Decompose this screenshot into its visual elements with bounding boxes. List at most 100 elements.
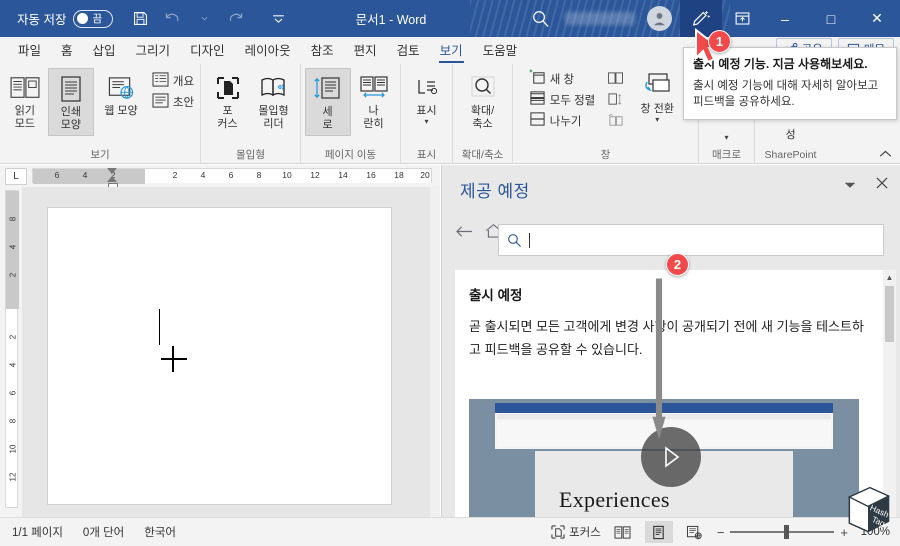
language-label[interactable]: 한국어 [144,524,176,540]
reset-window-position-icon[interactable] [603,110,628,131]
side-to-side-label-2: 란히 [363,118,384,130]
zoom-slider[interactable]: − + [717,525,848,540]
tab-view[interactable]: 보기 [430,37,473,64]
tab-stop-selector[interactable]: L [5,168,27,185]
vertical-ruler[interactable]: 8 4 2 2 4 6 8 10 12 [0,187,22,517]
hanging-indent-marker[interactable] [107,176,117,182]
switch-windows-button[interactable]: 창 전환 ▾ [628,66,686,127]
vertical-page-button[interactable]: 세 로 [304,68,351,136]
page-count-label[interactable]: 1/1 페이지 [12,524,63,540]
document-page[interactable] [47,207,392,505]
close-icon[interactable] [873,177,891,192]
back-arrow-icon[interactable] [454,221,474,241]
ruler-v-tick: 2 [8,272,17,278]
autosave-toggle-knob [77,13,89,24]
ribbon-group-page-movement-label: 페이지 이동 [324,149,377,161]
web-layout-button[interactable]: 웹 모양 [94,68,148,121]
tab-layout-label: 레이아웃 [244,44,291,58]
tooltip-body: 출시 예정 기능에 대해 자세히 알아보고 피드백을 공유하세요. [693,80,879,108]
zoom-slider-track[interactable] [730,525,835,539]
zoom-out-button[interactable]: − [717,525,725,540]
immersive-reader-icon [259,71,289,105]
undo-icon[interactable] [157,4,187,34]
document-vertical-scrollbar[interactable] [430,187,440,517]
focus-button[interactable]: 포 커스 [205,68,251,134]
scroll-up-arrow-icon[interactable]: ▲ [883,270,896,284]
tab-help[interactable]: 도움말 [473,37,528,64]
save-icon[interactable] [125,4,155,34]
close-button[interactable]: ✕ [854,0,900,37]
ribbon-display-options-icon[interactable] [722,0,762,37]
tab-layout[interactable]: 레이아웃 [235,37,301,64]
word-count-label[interactable]: 0개 단어 [83,524,124,540]
print-layout-button[interactable]: 인쇄 모양 [47,68,94,136]
ruler-h-tick: 10 [282,170,292,180]
ribbon-group-views: 읽기 모드 인쇄 모양 웹 모양 개요 초안 보기 [0,64,200,163]
show-button[interactable]: 표시 ▾ [404,68,450,129]
arrange-all-label: 모두 정렬 [549,94,596,107]
mouse-crosshair-pointer [161,346,187,372]
hashtag-watermark-logo: Hash Tag [847,486,891,533]
view-side-by-side-icon[interactable] [603,68,628,89]
autosave-control[interactable]: 자동 저장 끔 [17,9,114,28]
web-layout-view-button[interactable] [681,521,709,543]
window-small-buttons: 새 창 모두 정렬 나누기 [525,66,600,131]
tab-mailings[interactable]: 편지 [344,37,387,64]
split-label: 나누기 [549,115,582,128]
switch-windows-dropdown-caret-icon[interactable]: ▾ [655,116,659,124]
autosave-toggle[interactable]: 끔 [73,9,114,28]
tab-draw[interactable]: 그리기 [126,37,181,64]
macros-dropdown-caret-icon[interactable]: ▾ [724,134,728,142]
outline-view-button[interactable]: 개요 [148,70,198,91]
tab-review[interactable]: 검토 [387,37,430,64]
horizontal-ruler[interactable]: L 6 4 2 2 4 6 8 10 12 14 16 18 20 [0,165,440,190]
read-mode-view-button[interactable] [609,521,637,543]
tab-references[interactable]: 참조 [301,37,344,64]
arrange-all-button[interactable]: 모두 정렬 [525,89,600,110]
new-window-button[interactable]: 새 창 [525,68,600,89]
synchronous-scrolling-icon[interactable] [603,89,628,110]
chevron-down-icon[interactable] [841,177,859,192]
zoom-button[interactable]: 확대/ 축소 [456,68,510,134]
tab-design[interactable]: 디자인 [180,37,235,64]
split-button[interactable]: 나누기 [525,110,600,131]
immersive-reader-button[interactable]: 몰입형 리더 [251,68,297,134]
redo-icon[interactable] [221,4,251,34]
ribbon-group-immersive: 포 커스 몰입형 리더 몰입형 [200,64,300,163]
print-layout-view-button[interactable] [644,521,673,543]
tab-home[interactable]: 홈 [51,37,83,64]
left-margin-band [33,169,145,184]
play-button-icon[interactable] [641,427,701,487]
minimize-button[interactable]: – [762,0,808,37]
task-pane-scrollbar[interactable]: ▲ [883,270,896,517]
zoom-slider-thumb[interactable] [784,525,790,539]
side-to-side-button[interactable]: 나 란히 [351,68,397,134]
draft-view-button[interactable]: 초안 [148,91,198,112]
task-pane-search-box[interactable] [498,224,884,256]
search-input[interactable] [530,233,883,247]
tab-file[interactable]: 파일 [8,37,51,64]
ruler-v-tick: 10 [8,444,17,454]
search-icon[interactable] [519,0,561,37]
show-dropdown-caret-icon[interactable]: ▾ [424,118,428,126]
undo-dropdown-icon[interactable] [189,4,219,34]
focus-label-1: 포 [222,105,233,117]
ruler-h-tick: 18 [394,170,404,180]
maximize-button[interactable]: □ [808,0,854,37]
tab-insert[interactable]: 삽입 [83,37,126,64]
macros-button[interactable]: ▾ [704,131,750,145]
web-layout-icon [106,71,136,105]
ruler-h-tick: 4 [200,170,206,180]
quick-access-more-icon[interactable] [263,4,293,34]
top-margin-band [6,191,19,309]
read-mode-button[interactable]: 읽기 모드 [2,68,48,134]
document-canvas[interactable] [22,187,440,517]
task-pane-scrollbar-thumb[interactable] [885,286,894,342]
sharepoint-properties-button[interactable]: 성 [768,126,814,145]
focus-icon [214,71,242,105]
collapse-ribbon-chevron-icon[interactable] [879,149,892,161]
avatar[interactable] [647,6,672,31]
first-line-indent-marker[interactable] [107,168,117,174]
focus-mode-button[interactable]: 포커스 [551,524,601,540]
vertical-page-label-2: 로 [322,119,333,131]
